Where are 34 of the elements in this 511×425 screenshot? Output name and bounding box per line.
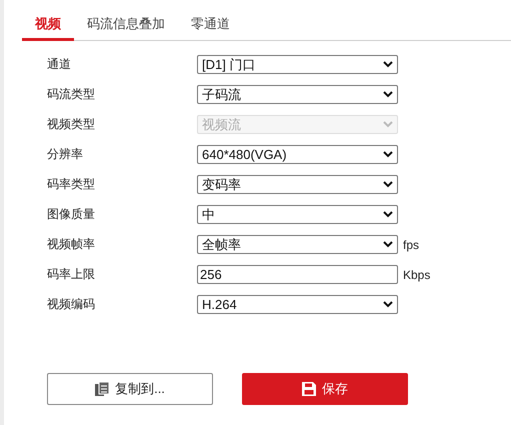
unit-label: Kbps [403,268,430,282]
field-label: 码率类型 [47,176,96,193]
caret-icon [383,181,393,188]
field-label: 视频编码 [47,296,96,313]
caret-icon [383,61,393,68]
dropdown[interactable]: 子码流 [197,85,398,104]
dropdown[interactable]: H.264 [197,295,398,314]
field-label: 分辨率 [47,146,84,163]
unit-label: fps [403,238,420,252]
input-field[interactable]: 256 [197,265,398,284]
field-label: 视频类型 [47,116,96,133]
save-icon [302,382,316,396]
field-label: 视频帧率 [47,236,96,253]
dropdown[interactable]: 中 [197,205,398,224]
caret-icon [383,121,393,128]
field-label: 码率上限 [47,266,96,283]
field-label: 图像质量 [47,206,96,223]
caret-icon [383,241,393,248]
dropdown[interactable]: 640*480(VGA) [197,145,398,164]
tab[interactable]: 码流信息叠加 [74,10,178,41]
caret-icon [383,301,393,308]
field-label: 码流类型 [47,86,96,103]
field-label: 通道 [47,56,72,73]
dropdown[interactable]: 变码率 [197,175,398,194]
copy-icon [95,382,110,396]
dropdown[interactable]: 全帧率 [197,235,398,254]
caret-icon [383,91,393,98]
caret-icon [383,211,393,218]
save-button[interactable]: 保存 [242,373,408,405]
tab[interactable]: 零通道 [178,10,243,41]
dropdown[interactable]: [D1] 门口 [197,55,398,74]
caret-icon [383,151,393,158]
tab[interactable]: 视频 [22,10,74,41]
copy-button[interactable]: 复制到... [47,373,213,405]
